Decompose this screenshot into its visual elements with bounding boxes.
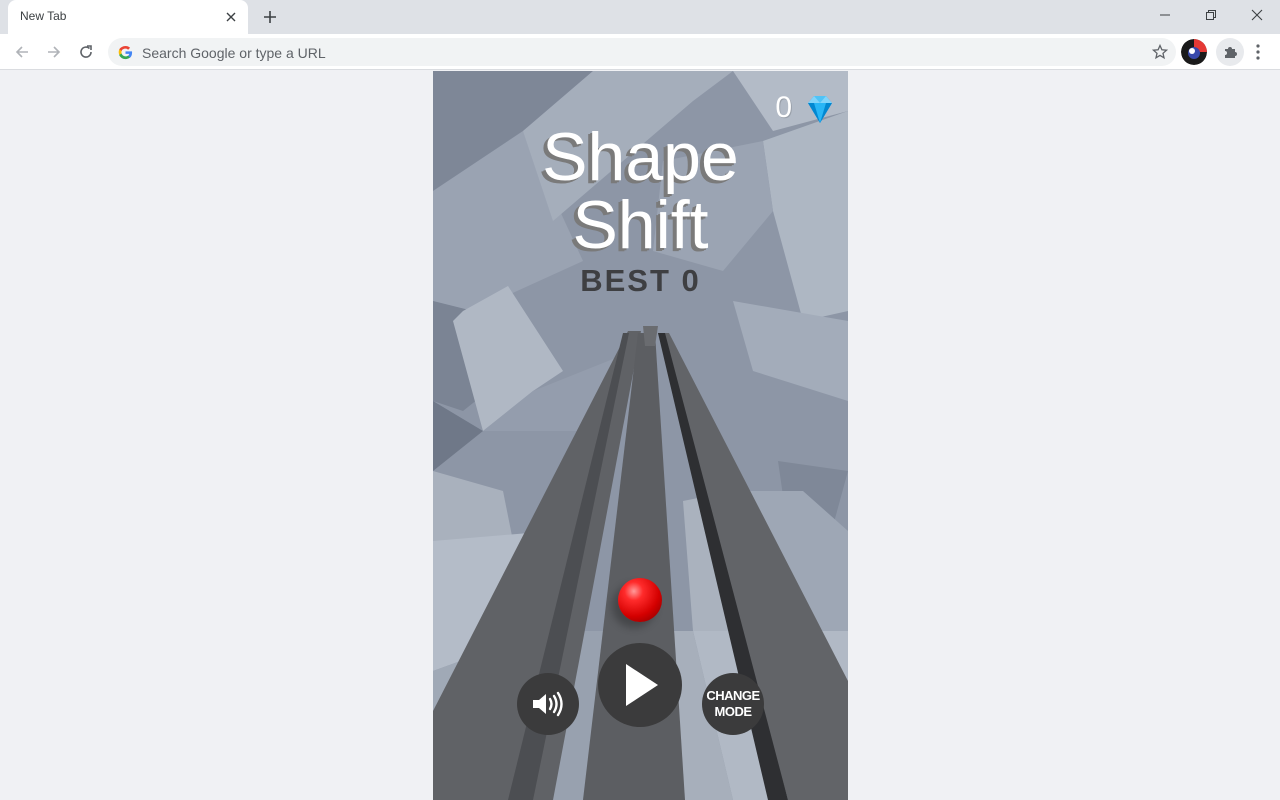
forward-arrow-icon[interactable]	[40, 38, 68, 66]
browser-toolbar: Search Google or type a URL	[0, 34, 1280, 70]
tab-new-tab[interactable]: New Tab	[8, 0, 248, 34]
restore-icon[interactable]	[1188, 0, 1234, 30]
bookmark-star-icon[interactable]	[1152, 44, 1168, 60]
game-canvas[interactable]: 0 Shape Shift BEST 0 CHANGE MODE	[433, 71, 848, 800]
best-score: BEST 0	[580, 263, 701, 298]
speaker-icon	[533, 691, 563, 717]
profile-avatar[interactable]	[1181, 39, 1207, 65]
play-button[interactable]	[598, 643, 682, 727]
address-placeholder: Search Google or type a URL	[142, 45, 326, 61]
back-arrow-icon[interactable]	[8, 38, 36, 66]
play-icon	[626, 664, 658, 706]
change-mode-button[interactable]: CHANGE MODE	[702, 673, 764, 735]
menu-dots-icon[interactable]	[1248, 40, 1268, 64]
change-mode-label-line1: CHANGE	[706, 688, 760, 703]
player-ball	[618, 578, 662, 622]
new-tab-plus-icon[interactable]	[258, 6, 282, 28]
close-window-icon[interactable]	[1234, 0, 1280, 30]
sound-toggle-button[interactable]	[517, 673, 579, 735]
address-bar[interactable]: Search Google or type a URL	[108, 38, 1176, 66]
google-icon	[118, 45, 133, 60]
reload-icon[interactable]	[72, 38, 100, 66]
tab-title: New Tab	[20, 9, 67, 23]
tab-strip: New Tab	[0, 0, 1280, 34]
extensions-puzzle-icon[interactable]	[1216, 38, 1244, 66]
gem-counter: 0	[775, 91, 792, 124]
close-tab-icon[interactable]	[222, 8, 240, 26]
minimize-icon[interactable]	[1142, 0, 1188, 30]
game-title-line1: Shape	[542, 119, 739, 195]
game-title-line2: Shift	[572, 187, 709, 263]
change-mode-label-line2: MODE	[714, 704, 753, 719]
diamond-icon	[808, 96, 832, 123]
